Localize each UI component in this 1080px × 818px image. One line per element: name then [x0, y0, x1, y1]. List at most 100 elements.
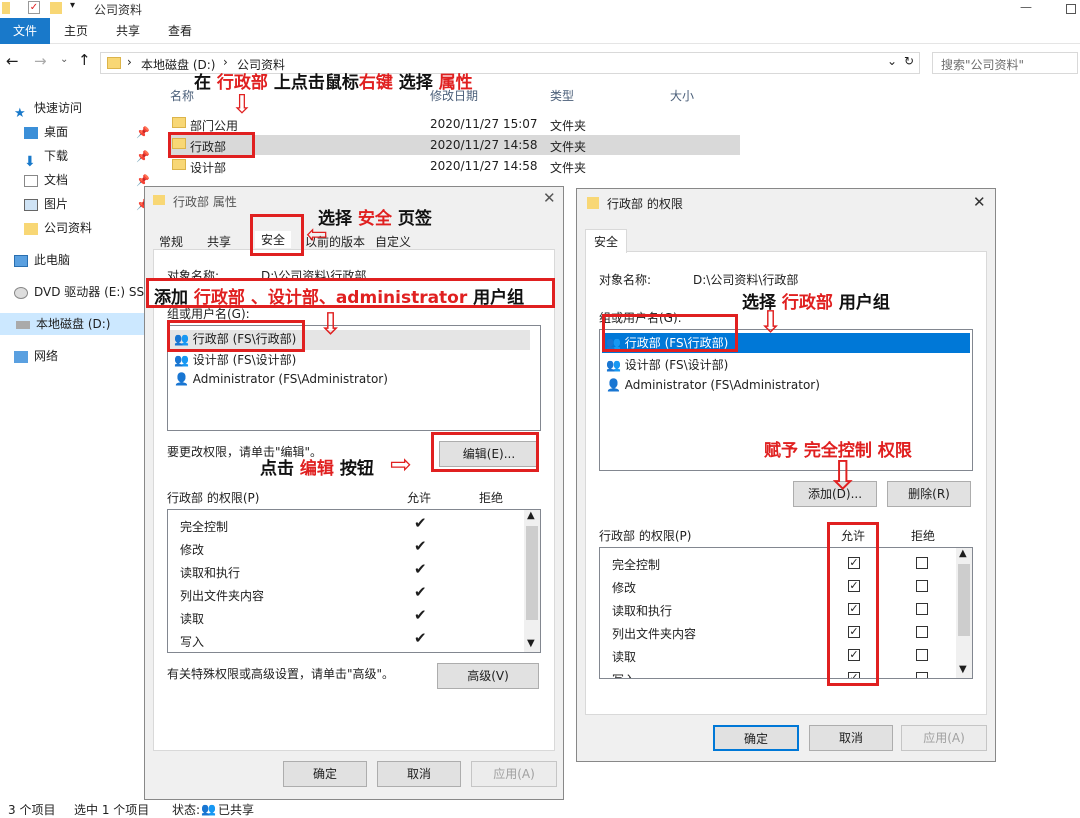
perm-list[interactable]: 完全控制 修改 读取和执行 列出文件夹内容 读取 写入 ✔ ✔ ✔ ✔ ✔ ✔ … [167, 509, 541, 653]
deny-header: 拒绝 [479, 491, 504, 505]
scroll-down-icon[interactable]: ▼ [527, 638, 535, 649]
breadcrumb-separator: › [223, 55, 228, 69]
users-icon: 👥 [174, 353, 189, 367]
window-title: 公司资料 [94, 3, 143, 17]
minimize-icon[interactable]: — [1020, 0, 1032, 14]
pin-icon[interactable]: 📌 [136, 150, 150, 163]
up-arrow-icon[interactable]: ↑ [78, 51, 91, 69]
deny-checkbox[interactable] [916, 580, 928, 592]
deny-checkbox[interactable] [916, 603, 928, 615]
folder-icon [587, 197, 599, 209]
deny-header: 拒绝 [911, 529, 936, 543]
arrow-down-icon: ⇩ [231, 90, 253, 120]
arrow-down-icon: ⇩ [826, 453, 860, 499]
dvd-icon [14, 286, 28, 299]
tab-file[interactable]: 文件 [0, 18, 50, 44]
deny-checkbox[interactable] [916, 649, 928, 661]
highlight-box [168, 132, 255, 158]
arrow-right-icon: ⇨ [390, 450, 412, 480]
chevron-down-icon[interactable]: ▾ [70, 0, 75, 11]
back-arrow-icon[interactable]: ← [6, 52, 19, 70]
user-icon: 👤 [606, 378, 621, 392]
cancel-button[interactable]: 取消 [809, 725, 893, 751]
tab-general[interactable]: 常规 [159, 233, 183, 250]
refresh-icon[interactable]: ↻ [904, 54, 914, 68]
perm-label: 行政部 的权限(P) [599, 529, 692, 543]
highlight-box [431, 432, 539, 472]
perm-scrollbar[interactable]: ▲ ▼ [524, 510, 540, 652]
tab-customize[interactable]: 自定义 [375, 233, 411, 250]
column-header-name[interactable]: 名称 [170, 87, 194, 104]
folder-icon [107, 57, 121, 69]
search-input[interactable]: 搜索"公司资料" [932, 52, 1078, 74]
close-icon[interactable]: ✕ [543, 189, 556, 207]
file-row[interactable]: 设计部 2020/11/27 14:58 文件夹 [168, 156, 740, 176]
ok-button[interactable]: 确定 [283, 761, 367, 787]
advanced-hint: 有关特殊权限或高级设置，请单击"高级"。 [167, 667, 395, 681]
recent-chevron-icon[interactable]: ⌄ [60, 54, 68, 65]
arrow-down-icon: ⇩ [318, 307, 344, 342]
download-icon: ⬇ [24, 153, 36, 170]
perm-scrollbar[interactable]: ▲ ▼ [956, 548, 972, 678]
picture-icon [24, 198, 38, 211]
tab-view[interactable]: 查看 [168, 22, 192, 39]
close-icon[interactable]: ✕ [973, 193, 986, 211]
perm-full-control: 完全控制 [612, 558, 661, 572]
file-row[interactable]: 部门公用 2020/11/27 15:07 文件夹 [168, 114, 740, 134]
sidebar-item-network[interactable]: 网络 [14, 345, 58, 367]
sidebar-item-quick-access[interactable]: ★ 快速访问 [14, 97, 82, 121]
cancel-button[interactable]: 取消 [377, 761, 461, 787]
scroll-thumb[interactable] [526, 526, 538, 620]
network-icon [14, 350, 28, 363]
object-name-value: D:\公司资料\行政部 [693, 273, 799, 287]
title-bar: ✓ ▾ 公司资料 — [0, 0, 1080, 18]
tab-security[interactable]: 安全 [585, 229, 628, 253]
advanced-button[interactable]: 高级(V) [437, 663, 539, 689]
sidebar-item-dvd[interactable]: DVD 驱动器 (E:) SS [14, 281, 144, 303]
scroll-thumb[interactable] [958, 564, 970, 636]
deny-checkbox[interactable] [916, 672, 928, 678]
maximize-icon[interactable] [1066, 4, 1076, 14]
perm-list-folder: 列出文件夹内容 [612, 627, 697, 641]
ok-button[interactable]: 确定 [713, 725, 799, 751]
status-selected: 选中 1 个项目 [74, 803, 150, 817]
group-item-administrator[interactable]: 👤 Administrator (FS\Administrator) [174, 372, 388, 386]
scroll-up-icon[interactable]: ▲ [959, 548, 967, 559]
apply-button[interactable]: 应用(A) [901, 725, 987, 751]
address-dropdown-icon[interactable]: ⌄ [887, 54, 897, 68]
forward-arrow-icon[interactable]: → [34, 52, 47, 70]
perm-list[interactable]: 完全控制 修改 读取和执行 列出文件夹内容 读取 写入 ✓ ✓ ✓ ✓ ✓ ✓ … [599, 547, 973, 679]
highlight-box [167, 320, 305, 352]
document-icon [24, 174, 38, 187]
sidebar-item-company-docs[interactable]: 公司资料 [24, 217, 92, 239]
users-icon: 👥 [606, 358, 621, 372]
column-header-size[interactable]: 大小 [670, 87, 694, 104]
sidebar-item-downloads[interactable]: ⬇ 下载 [24, 145, 68, 170]
column-header-type[interactable]: 类型 [550, 87, 574, 104]
deny-checkbox[interactable] [916, 626, 928, 638]
sidebar-item-this-pc[interactable]: 此电脑 [14, 249, 70, 271]
status-shared: 已共享 [218, 803, 255, 817]
group-item-administrator[interactable]: 👤 Administrator (FS\Administrator) [606, 378, 820, 392]
group-item-design-dept[interactable]: 👥 设计部 (FS\设计部) [606, 356, 728, 373]
sidebar-item-pictures[interactable]: 图片 [24, 193, 68, 215]
remove-button[interactable]: 删除(R) [887, 481, 971, 507]
annotation-security-tab: 选择 安全 页签 [318, 209, 432, 229]
sidebar-item-documents[interactable]: 文档 [24, 169, 68, 191]
apply-button[interactable]: 应用(A) [471, 761, 557, 787]
tab-sharing[interactable]: 共享 [207, 233, 231, 250]
sidebar-item-local-disk-d[interactable]: 本地磁盘 (D:) [0, 313, 144, 335]
sidebar-item-desktop[interactable]: 桌面 [24, 121, 68, 143]
tab-share[interactable]: 共享 [116, 22, 140, 39]
folder-icon [24, 222, 38, 235]
pin-icon[interactable]: 📌 [136, 126, 150, 139]
deny-checkbox[interactable] [916, 557, 928, 569]
properties-icon[interactable]: ✓ [28, 1, 40, 14]
new-folder-icon[interactable] [50, 2, 62, 14]
perm-read-execute: 读取和执行 [612, 604, 673, 618]
tab-home[interactable]: 主页 [64, 22, 88, 39]
scroll-up-icon[interactable]: ▲ [527, 510, 535, 521]
group-item-design-dept[interactable]: 👥 设计部 (FS\设计部) [174, 351, 296, 368]
arrow-left-icon: ⇦ [306, 220, 328, 250]
scroll-down-icon[interactable]: ▼ [959, 664, 967, 675]
